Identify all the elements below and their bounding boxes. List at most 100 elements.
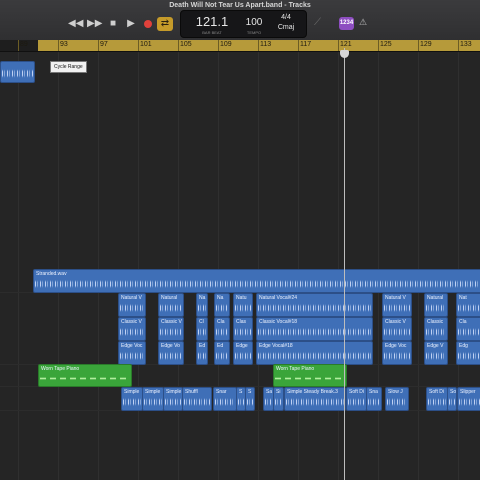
audio-region-ev[interactable]: Edge: [233, 341, 253, 365]
metronome-icon[interactable]: ⚠: [359, 17, 367, 28]
lcd-time-signature: 4/4: [281, 14, 291, 21]
grid-line: [338, 52, 339, 480]
ruler-bar-number: 93: [60, 41, 68, 48]
audio-region-beat[interactable]: So: [447, 387, 457, 411]
audio-region-cv[interactable]: Classic Vocal#18: [256, 317, 373, 341]
audio-region-ev[interactable]: Edge Voc: [118, 341, 146, 365]
waveform: [35, 277, 480, 291]
bar-ruler[interactable]: 89 93 97 101 105 109 113 117 121 125 129 133: [0, 40, 480, 52]
fast-forward-icon[interactable]: ▶▶: [87, 17, 102, 31]
ruler-bar-number: 129: [420, 41, 432, 48]
waveform: [368, 395, 380, 409]
ruler-tick: [98, 40, 99, 51]
record-icon[interactable]: [144, 20, 152, 28]
grid-line: [298, 52, 299, 480]
count-in-button[interactable]: 1234: [339, 17, 354, 30]
grid-line: [458, 52, 459, 480]
lcd-position-labels: BAR BEAT: [202, 30, 222, 35]
audio-region-beat[interactable]: Simple Steady Break.3: [284, 387, 346, 411]
grid-line: [98, 52, 99, 480]
ruler-bar-number: 113: [260, 41, 272, 48]
audio-region-ev[interactable]: Edge Vo: [158, 341, 184, 365]
audio-region-cv[interactable]: Cl: [196, 317, 208, 341]
region-label: Worn Tape Piano: [276, 366, 315, 372]
waveform: [238, 395, 244, 409]
ruler-tick: [258, 40, 259, 51]
audio-region-ev[interactable]: Ed: [196, 341, 208, 365]
grid-line: [18, 52, 19, 480]
midi-notes: [275, 373, 345, 384]
audio-region-ev[interactable]: Edg: [456, 341, 480, 365]
waveform: [275, 395, 282, 409]
ruler-bar-number: 117: [300, 41, 312, 48]
tuner-icon[interactable]: ⟋: [314, 17, 321, 28]
audio-region-nv[interactable]: Na: [196, 293, 208, 317]
waveform: [387, 395, 407, 409]
audio-region-beat[interactable]: Soft Di: [346, 387, 367, 411]
audio-region-cv[interactable]: Classic: [424, 317, 448, 341]
audio-region-ev[interactable]: Ed: [214, 341, 230, 365]
audio-region-cv[interactable]: Classic V: [118, 317, 146, 341]
ruler-tick: [298, 40, 299, 51]
audio-region-beat[interactable]: Slow J: [385, 387, 409, 411]
audio-region-beat[interactable]: Sna: [366, 387, 382, 411]
lcd-display[interactable]: 121.1 BAR BEAT 100 TEMPO 4/4 Cmaj: [180, 10, 307, 38]
waveform: [426, 349, 446, 363]
audio-region-cv[interactable]: Cla: [456, 317, 480, 341]
audio-region-beat[interactable]: Si: [273, 387, 284, 411]
audio-region-nv[interactable]: Na: [214, 293, 230, 317]
midi-region-piano[interactable]: Worn Tape Piano: [38, 364, 132, 387]
ruler-tick: [218, 40, 219, 51]
audio-region-ev[interactable]: Edge V: [424, 341, 448, 365]
audio-region-beat[interactable]: Soft Di: [426, 387, 448, 411]
audio-region-beat[interactable]: Simple: [163, 387, 183, 411]
audio-region-cv[interactable]: Cla: [214, 317, 230, 341]
audio-region-nv[interactable]: Natural Vocal#24: [256, 293, 373, 317]
waveform: [258, 349, 371, 363]
waveform: [458, 349, 480, 363]
playhead[interactable]: [344, 48, 345, 480]
audio-region-beat[interactable]: Slipper: [457, 387, 480, 411]
grid-line: [378, 52, 379, 480]
audio-region-beat[interactable]: Shuffl: [182, 387, 212, 411]
ruler-bar-number: 109: [220, 41, 232, 48]
audio-region[interactable]: [0, 61, 35, 83]
waveform: [198, 325, 206, 339]
ruler-bar-number: 125: [380, 41, 392, 48]
audio-region-nv[interactable]: Natural: [424, 293, 448, 317]
play-icon[interactable]: ▶: [124, 17, 138, 31]
midi-region-piano[interactable]: Worn Tape Piano: [273, 364, 347, 387]
cycle-icon[interactable]: ⇄: [157, 17, 173, 31]
tracks-area[interactable]: [0, 52, 480, 480]
audio-region-cv[interactable]: Classic V: [382, 317, 412, 341]
audio-region-stranded[interactable]: Stranded.wav: [33, 269, 480, 293]
waveform: [426, 301, 446, 315]
rewind-icon[interactable]: ◀◀: [68, 17, 83, 31]
audio-region-nv[interactable]: Natural V: [118, 293, 146, 317]
audio-region-nv[interactable]: Natu: [233, 293, 253, 317]
audio-region-ev[interactable]: Edge Voc: [382, 341, 412, 365]
audio-region-nv[interactable]: Natural: [158, 293, 184, 317]
audio-region-ev[interactable]: Edge Vocal#18: [256, 341, 373, 365]
audio-region-cv[interactable]: Clas: [233, 317, 253, 341]
waveform: [160, 349, 182, 363]
audio-region-beat[interactable]: Simple: [121, 387, 143, 411]
audio-region-nv[interactable]: Nat: [456, 293, 480, 317]
ruler-tick: [178, 40, 179, 51]
waveform: [384, 349, 410, 363]
audio-region-beat[interactable]: Snar: [213, 387, 237, 411]
lcd-tempo: 100: [245, 17, 263, 28]
control-bar: Death Will Not Tear Us Apart.band - Trac…: [0, 0, 480, 41]
ruler-bar-number: 105: [180, 41, 192, 48]
waveform: [160, 325, 182, 339]
audio-region-beat[interactable]: Simple: [142, 387, 164, 411]
audio-region-nv[interactable]: Natural V: [382, 293, 412, 317]
stop-icon[interactable]: ■: [106, 17, 120, 31]
ruler-tick: [378, 40, 379, 51]
ruler-tick: [18, 40, 19, 51]
waveform: [426, 325, 446, 339]
audio-region-cv[interactable]: Classic V: [158, 317, 184, 341]
audio-region-beat[interactable]: S: [245, 387, 255, 411]
waveform: [384, 301, 410, 315]
ruler-bar-number: 101: [140, 41, 152, 48]
